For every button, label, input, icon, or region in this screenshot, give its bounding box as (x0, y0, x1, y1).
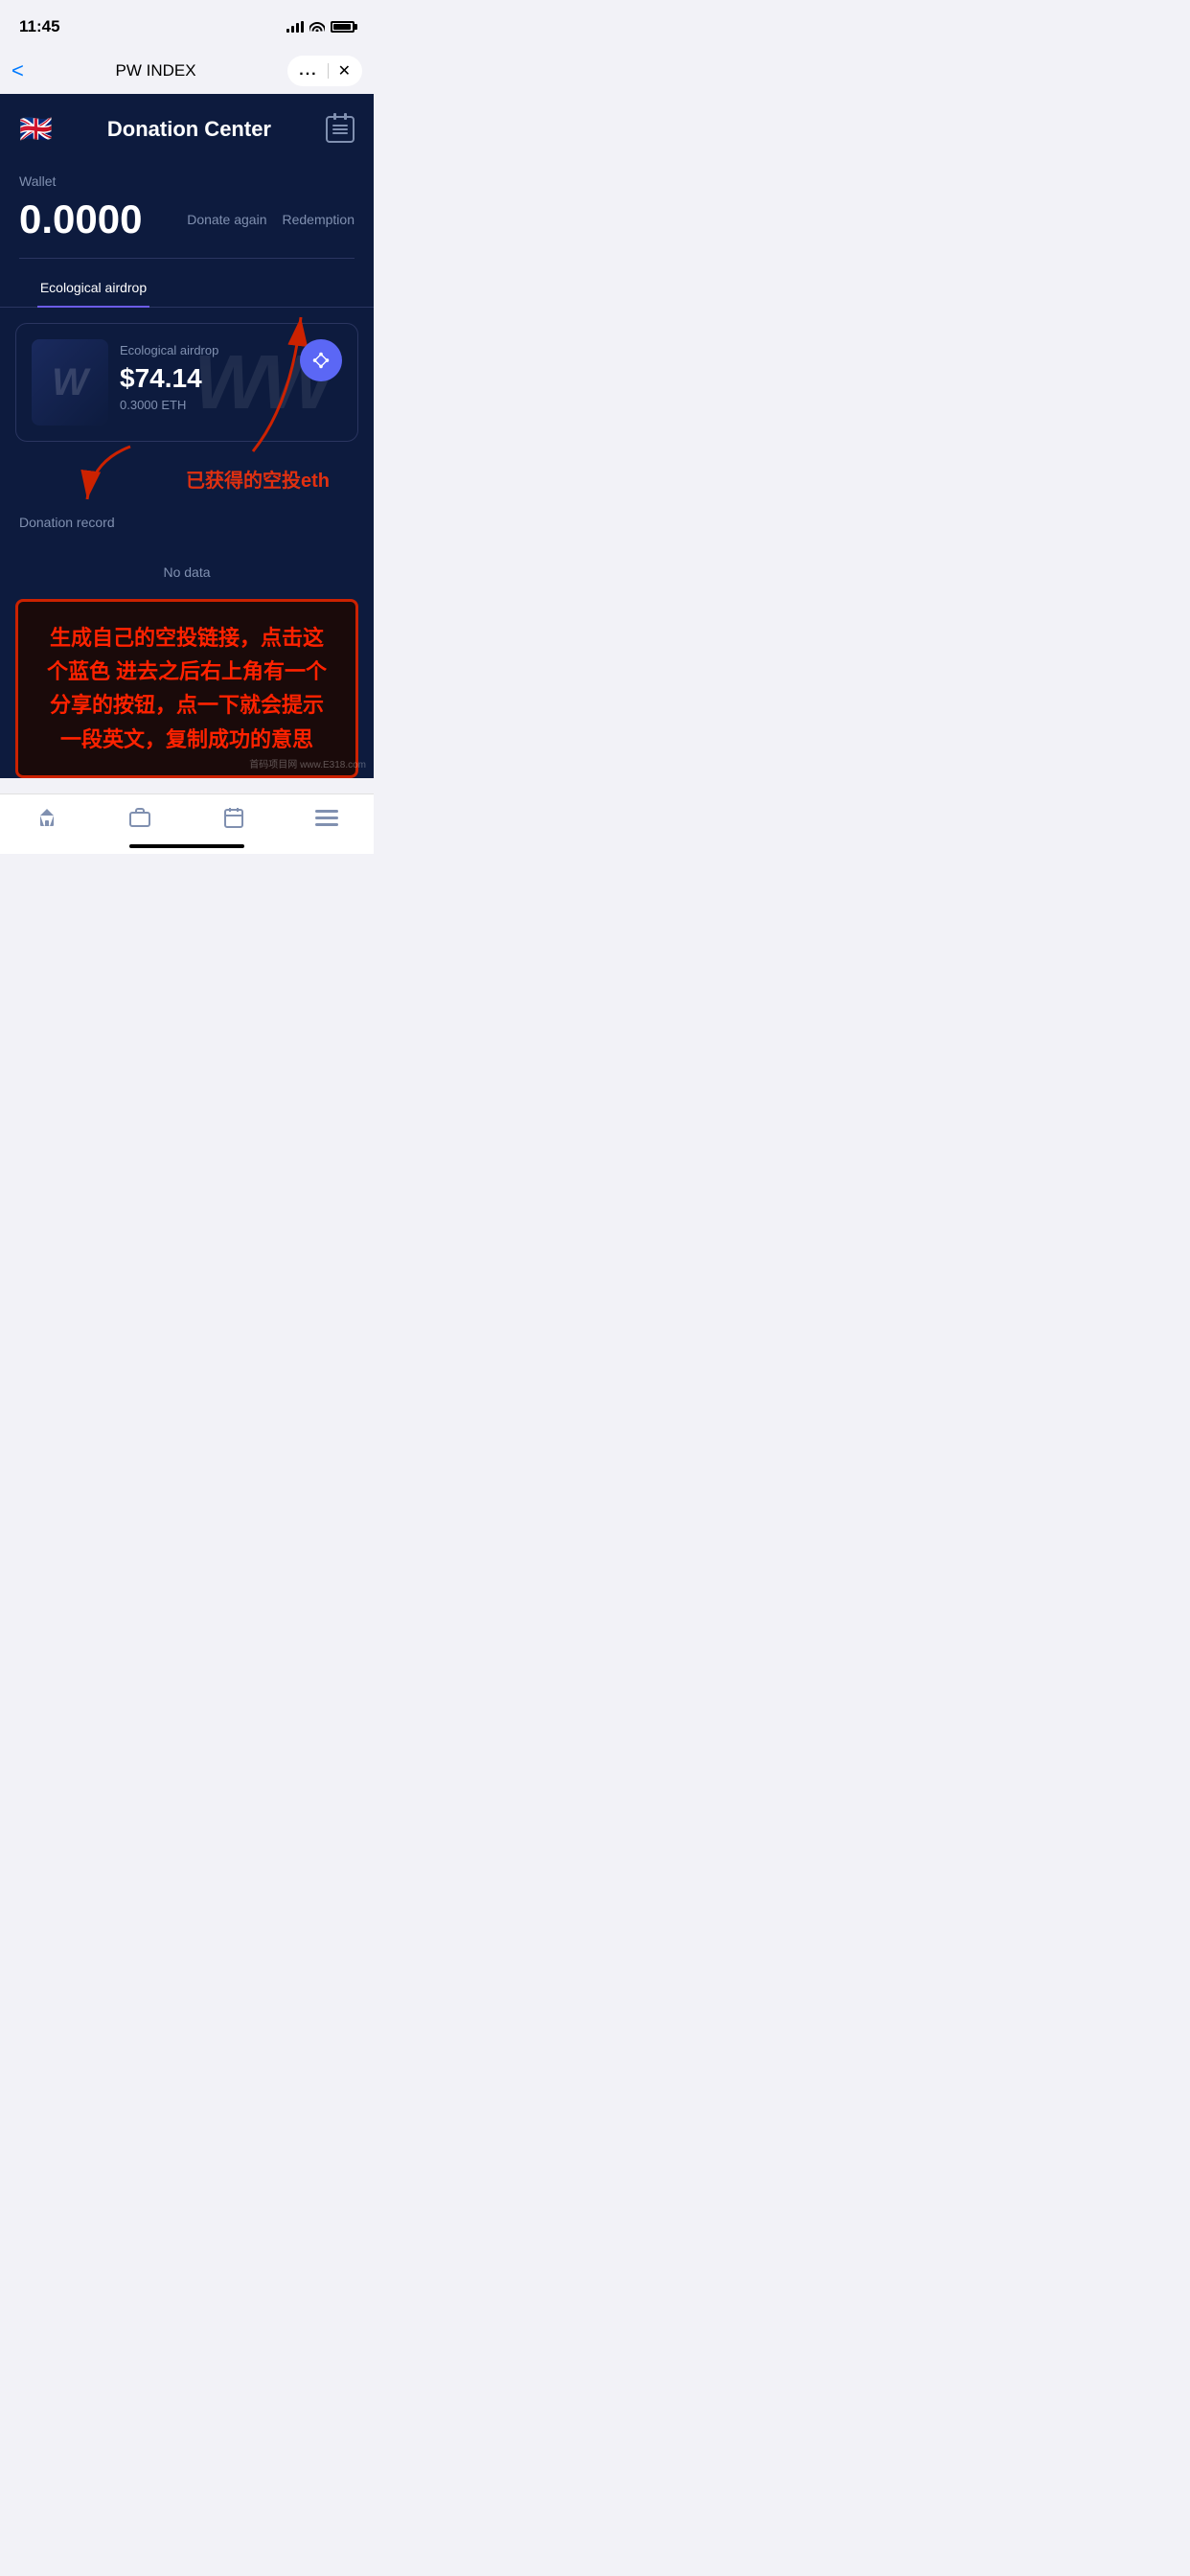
tab-ecological-airdrop[interactable]: Ecological airdrop (0, 268, 187, 307)
calendar-nav-icon (222, 806, 245, 835)
calendar-button[interactable] (326, 116, 355, 143)
share-button[interactable] (300, 339, 342, 381)
nav-home[interactable] (0, 806, 94, 835)
airdrop-section: WW W Ecological airdrop $74.14 0.3000 ET… (0, 308, 374, 515)
divider (328, 63, 329, 79)
nav-calendar[interactable] (187, 806, 281, 835)
right-arrow-svg (224, 308, 320, 461)
battery-icon (331, 21, 355, 33)
donation-record-label: Donation record (19, 515, 355, 530)
browser-actions: ... ✕ (287, 56, 362, 86)
annotation-text: 生成自己的空投链接，点击这个蓝色 进去之后右上角有一个分享的按钮，点一下就会提示… (47, 626, 327, 751)
status-time: 11:45 (19, 17, 60, 36)
annotation-box: 生成自己的空投链接，点击这个蓝色 进去之后右上角有一个分享的按钮，点一下就会提示… (15, 599, 358, 778)
site-watermark: 首码项目网 www.E318.com (249, 756, 366, 770)
page-title: Donation Center (107, 117, 271, 142)
more-options-button[interactable]: ... (299, 62, 317, 80)
nav-menu[interactable] (281, 808, 375, 833)
back-button[interactable]: < (11, 58, 24, 83)
signal-icon (286, 21, 304, 33)
menu-icon (315, 808, 338, 833)
red-label-area: 已获得的空投eth (15, 442, 358, 499)
language-flag[interactable]: 🇬🇧 (19, 113, 53, 145)
nav-briefcase[interactable] (94, 806, 188, 835)
wallet-label: Wallet (19, 173, 355, 189)
wallet-section: Wallet 0.0000 Donate again Redemption (0, 154, 374, 268)
card-logo: W (32, 339, 108, 426)
tab-second[interactable] (187, 268, 374, 307)
status-icons (286, 19, 355, 34)
page-header: 🇬🇧 Donation Center (0, 94, 374, 154)
donate-again-button[interactable]: Donate again (187, 212, 266, 227)
donation-section: Donation record No data (0, 515, 374, 599)
wallet-balance: 0.0000 (19, 196, 142, 242)
status-bar: 11:45 (0, 0, 374, 48)
home-icon (35, 806, 58, 835)
left-arrow-svg (73, 442, 149, 509)
annotation-overlay: 生成自己的空投链接，点击这个蓝色 进去之后右上角有一个分享的按钮，点一下就会提示… (15, 599, 358, 778)
bottom-nav (0, 794, 374, 854)
close-button[interactable]: ✕ (338, 61, 351, 80)
wallet-divider (19, 258, 355, 259)
briefcase-icon (128, 806, 151, 835)
redemption-button[interactable]: Redemption (283, 212, 355, 227)
home-indicator (129, 844, 244, 848)
wallet-actions: Donate again Redemption (187, 212, 355, 227)
red-annotation-label: 已获得的空投eth (167, 461, 349, 500)
wifi-icon (309, 19, 325, 34)
browser-title: PW INDEX (34, 61, 278, 80)
main-content: 🇬🇧 Donation Center Wallet 0.0000 Donate … (0, 94, 374, 778)
share-network-icon (310, 350, 332, 371)
wallet-row: 0.0000 Donate again Redemption (19, 196, 355, 242)
tabs-row: Ecological airdrop (0, 268, 374, 308)
browser-bar: < PW INDEX ... ✕ (0, 48, 374, 94)
no-data-message: No data (19, 545, 355, 599)
